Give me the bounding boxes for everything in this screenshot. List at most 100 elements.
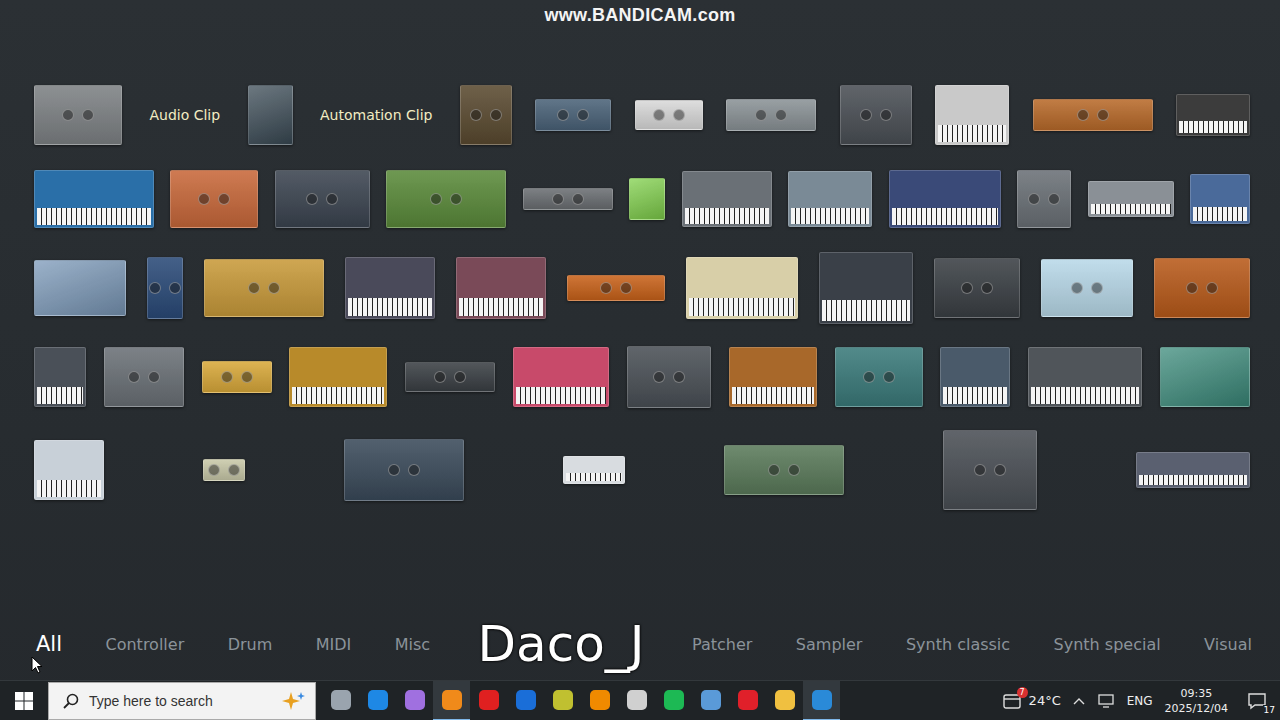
search-box[interactable]: Type here to search xyxy=(48,682,316,720)
plugin-thumbnail[interactable] xyxy=(567,275,665,301)
taskbar-app[interactable] xyxy=(729,681,766,720)
plugin-thumbnail[interactable] xyxy=(248,85,293,145)
plugin-thumbnail[interactable] xyxy=(147,257,183,319)
plugin-thumbnail[interactable] xyxy=(889,170,1001,228)
plugin-thumbnail[interactable] xyxy=(943,430,1037,510)
date: 2025/12/04 xyxy=(1165,701,1228,716)
clip-label[interactable]: Audio Clip xyxy=(145,107,224,123)
plugin-thumbnail[interactable] xyxy=(275,170,370,228)
plugin-thumbnail[interactable] xyxy=(405,362,495,392)
category-tab[interactable]: Misc xyxy=(393,633,432,656)
plugin-thumbnail[interactable] xyxy=(1028,347,1142,407)
clock[interactable]: 09:35 2025/12/04 xyxy=(1165,686,1228,716)
keyboard-icon xyxy=(1179,121,1247,133)
category-tab[interactable]: Drum xyxy=(226,633,275,656)
category-tab[interactable]: All xyxy=(34,630,64,658)
plugin-thumbnail[interactable] xyxy=(788,171,872,227)
plugin-thumbnail[interactable] xyxy=(104,347,184,407)
plugin-thumbnail[interactable] xyxy=(563,456,625,484)
category-tab[interactable]: MIDI xyxy=(314,633,354,656)
plugin-thumbnail[interactable] xyxy=(835,347,923,407)
plugin-thumbnail[interactable] xyxy=(34,170,154,228)
plugin-thumbnail[interactable] xyxy=(940,347,1010,407)
plugin-thumbnail[interactable] xyxy=(170,170,258,228)
category-tab[interactable]: Synth classic xyxy=(904,633,1012,656)
taskbar-app[interactable] xyxy=(507,681,544,720)
taskbar-app[interactable] xyxy=(766,681,803,720)
plugin-thumbnail[interactable] xyxy=(456,257,546,319)
notifications[interactable]: 17 xyxy=(1240,686,1274,716)
plugin-thumbnail[interactable] xyxy=(34,347,86,407)
plugin-thumbnail[interactable] xyxy=(682,171,772,227)
plugin-thumbnail[interactable] xyxy=(523,188,613,210)
plugin-thumbnail[interactable] xyxy=(629,178,665,220)
plugin-thumbnail[interactable] xyxy=(1190,174,1250,224)
taskbar-app[interactable] xyxy=(655,681,692,720)
plugin-thumbnail[interactable] xyxy=(203,459,245,481)
taskbar-app[interactable] xyxy=(692,681,729,720)
plugin-thumbnail[interactable] xyxy=(1017,170,1071,228)
keyboard-icon xyxy=(822,300,910,321)
plugin-thumbnail[interactable] xyxy=(1033,99,1153,131)
plugin-thumbnail[interactable] xyxy=(535,99,611,131)
plugin-thumbnail[interactable] xyxy=(289,347,387,407)
category-tab[interactable]: Synth special xyxy=(1052,633,1163,656)
app-icon xyxy=(405,690,425,710)
plugin-thumbnail[interactable] xyxy=(202,361,272,393)
knob-icon xyxy=(883,371,895,383)
keyboard-icon xyxy=(37,208,151,225)
plugin-thumbnail[interactable] xyxy=(726,99,816,131)
app-icon xyxy=(553,690,573,710)
plugin-thumbnail[interactable] xyxy=(34,440,104,500)
plugin-thumbnail[interactable] xyxy=(513,347,609,407)
plugin-thumbnail[interactable] xyxy=(840,85,912,145)
taskbar-app[interactable] xyxy=(581,681,618,720)
taskbar-app[interactable] xyxy=(618,681,655,720)
taskbar-app[interactable] xyxy=(322,681,359,720)
start-button[interactable] xyxy=(0,681,48,720)
plugin-thumbnail[interactable] xyxy=(729,347,817,407)
weather[interactable]: 7 24°C xyxy=(1003,692,1061,710)
plugin-thumbnail[interactable] xyxy=(1088,181,1174,217)
taskbar-app[interactable] xyxy=(433,681,470,720)
plugin-thumbnail[interactable] xyxy=(386,170,506,228)
knob-icon xyxy=(768,464,780,476)
network-icon[interactable] xyxy=(1097,693,1115,709)
taskbar-app[interactable] xyxy=(544,681,581,720)
plugin-thumbnail[interactable] xyxy=(627,346,711,408)
language[interactable]: ENG xyxy=(1127,694,1153,708)
app-icon xyxy=(664,690,684,710)
taskbar-app[interactable] xyxy=(396,681,433,720)
plugin-thumbnail[interactable] xyxy=(934,258,1020,318)
taskbar-app[interactable] xyxy=(803,681,840,720)
plugin-thumbnail[interactable] xyxy=(635,100,703,130)
keyboard-icon xyxy=(292,387,384,404)
app-icon xyxy=(331,690,351,710)
pinned-apps xyxy=(322,681,840,720)
plugin-thumbnail[interactable] xyxy=(344,439,464,501)
chevron-up-icon[interactable] xyxy=(1073,696,1085,706)
plugin-thumbnail[interactable] xyxy=(819,252,913,324)
plugin-thumbnail[interactable] xyxy=(724,445,844,495)
knob-icon xyxy=(208,464,220,476)
category-tab[interactable]: Visual xyxy=(1202,633,1254,656)
plugin-thumbnail[interactable] xyxy=(34,85,122,145)
plugin-thumbnail[interactable] xyxy=(1160,347,1250,407)
plugin-thumbnail[interactable] xyxy=(1136,452,1250,488)
category-tab[interactable]: Patcher xyxy=(690,633,754,656)
clip-label[interactable]: Automation Clip xyxy=(316,107,436,123)
category-tab[interactable]: Controller xyxy=(104,633,187,656)
knob-icon xyxy=(981,282,993,294)
plugin-thumbnail[interactable] xyxy=(1176,94,1250,136)
category-tab[interactable]: Sampler xyxy=(794,633,865,656)
plugin-thumbnail[interactable] xyxy=(460,85,512,145)
plugin-thumbnail[interactable] xyxy=(345,257,435,319)
plugin-thumbnail[interactable] xyxy=(935,85,1009,145)
plugin-thumbnail[interactable] xyxy=(1154,258,1250,318)
plugin-thumbnail[interactable] xyxy=(1041,259,1133,317)
plugin-thumbnail[interactable] xyxy=(686,257,798,319)
taskbar-app[interactable] xyxy=(470,681,507,720)
plugin-thumbnail[interactable] xyxy=(204,259,324,317)
taskbar-app[interactable] xyxy=(359,681,396,720)
plugin-thumbnail[interactable] xyxy=(34,260,126,316)
